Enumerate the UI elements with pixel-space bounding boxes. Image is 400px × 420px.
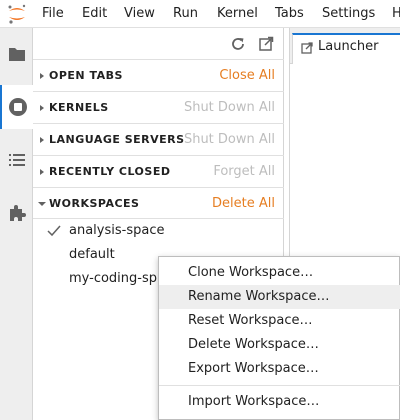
forget-all-button[interactable]: Forget All (213, 164, 275, 179)
delete-all-button[interactable]: Delete All (212, 196, 275, 211)
workspace-context-menu: Clone Workspace… Rename Workspace… Reset… (158, 256, 400, 420)
section-title: WORKSPACES (49, 197, 140, 210)
section-title: LANGUAGE SERVERS (49, 133, 185, 146)
menu-file[interactable]: File (42, 6, 64, 21)
section-title: KERNELS (49, 101, 109, 114)
open-in-new-icon[interactable] (258, 36, 274, 52)
rename-workspace-menu-item[interactable]: Rename Workspace… (159, 285, 400, 309)
section-recently-closed[interactable]: RECENTLY CLOSED Forget All (33, 155, 284, 187)
menu-separator (159, 385, 400, 386)
caret-right-icon (40, 73, 44, 79)
section-open-tabs[interactable]: OPEN TABS Close All (33, 59, 284, 91)
menu-item-label: Rename Workspace… (188, 289, 330, 304)
tab-launcher[interactable]: Launcher (292, 33, 400, 64)
workspace-name: my-coding-sp (69, 271, 157, 286)
reset-workspace-menu-item[interactable]: Reset Workspace… (159, 309, 400, 333)
section-workspaces[interactable]: WORKSPACES Delete All (33, 187, 284, 219)
launcher-icon (301, 42, 313, 54)
menu-edit[interactable]: Edit (82, 6, 107, 21)
extension-manager-tab[interactable] (0, 191, 33, 235)
close-all-button[interactable]: Close All (219, 68, 275, 83)
export-workspace-menu-item[interactable]: Export Workspace… (159, 357, 400, 381)
check-icon (47, 225, 61, 237)
menu-settings[interactable]: Settings (322, 6, 375, 21)
activity-bar (0, 28, 34, 420)
section-kernels[interactable]: KERNELS Shut Down All (33, 91, 284, 123)
running-sessions-tab[interactable] (0, 85, 34, 129)
section-title: OPEN TABS (49, 69, 123, 82)
menu-item-label: Clone Workspace… (188, 265, 314, 280)
jupyter-logo-icon[interactable] (6, 3, 28, 25)
menu-item-label: Export Workspace… (188, 361, 319, 376)
menu-item-label: Reset Workspace… (188, 313, 313, 328)
shut-down-all-servers-button[interactable]: Shut Down All (184, 132, 275, 147)
refresh-icon[interactable] (230, 36, 246, 52)
tab-label: Launcher (318, 39, 379, 54)
menu-run[interactable]: Run (173, 6, 198, 21)
workspace-name: analysis-space (69, 223, 165, 238)
caret-right-icon (40, 105, 44, 111)
menu-bar: File Edit View Run Kernel Tabs Settings … (0, 0, 400, 28)
workspace-item[interactable]: analysis-space (33, 220, 284, 244)
menu-item-label: Delete Workspace… (188, 337, 319, 352)
caret-down-icon (38, 202, 46, 206)
menu-item-label: Import Workspace… (188, 394, 320, 409)
menu-tabs[interactable]: Tabs (275, 6, 304, 21)
menu-view[interactable]: View (124, 6, 155, 21)
shut-down-all-kernels-button[interactable]: Shut Down All (184, 100, 275, 115)
delete-workspace-menu-item[interactable]: Delete Workspace… (159, 333, 400, 357)
running-icon (9, 98, 27, 116)
caret-right-icon (40, 137, 44, 143)
caret-right-icon (40, 169, 44, 175)
clone-workspace-menu-item[interactable]: Clone Workspace… (159, 261, 400, 285)
section-language-servers[interactable]: LANGUAGE SERVERS Shut Down All (33, 123, 284, 155)
import-workspace-menu-item[interactable]: Import Workspace… (159, 390, 400, 414)
section-title: RECENTLY CLOSED (49, 165, 171, 178)
file-browser-tab[interactable] (0, 32, 33, 76)
toc-icon (8, 154, 25, 166)
extension-icon (9, 205, 26, 221)
table-of-contents-tab[interactable] (0, 138, 33, 182)
workspace-name: default (69, 247, 115, 262)
main-tab-bar: Launcher (290, 28, 400, 64)
folder-icon (8, 48, 25, 61)
panel-toolbar (33, 28, 284, 60)
menu-help[interactable]: H (392, 6, 400, 21)
menu-kernel[interactable]: Kernel (217, 6, 258, 21)
